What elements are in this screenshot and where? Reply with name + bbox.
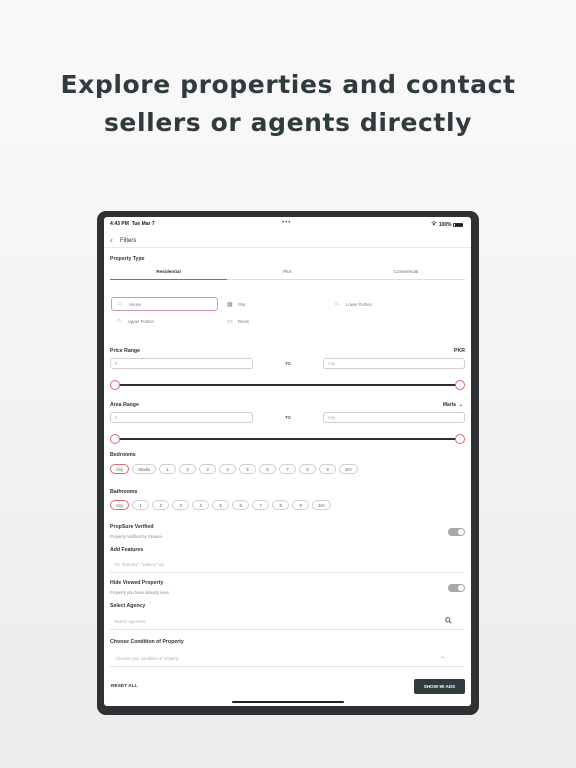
bedroom-chip[interactable]: Studio xyxy=(132,464,157,474)
bathroom-chip[interactable]: 4 xyxy=(192,500,210,510)
bathroom-chip[interactable]: 5 xyxy=(212,500,230,510)
features-label: Add Features xyxy=(110,547,144,553)
features-input[interactable]: Try "Balcony", "Gallery" etc. xyxy=(114,562,165,567)
area-range-label: Area Range xyxy=(110,402,139,408)
search-icon[interactable] xyxy=(445,617,452,626)
area-to-label: TO xyxy=(285,415,291,420)
area-slider-max-handle[interactable] xyxy=(455,434,465,444)
headline-line-1: Explore properties and contact xyxy=(60,70,516,99)
tab-residential[interactable]: Residential xyxy=(110,269,227,279)
area-unit-select[interactable]: Marla ⌄ xyxy=(443,402,463,408)
bathroom-chip[interactable]: 3 xyxy=(172,500,190,510)
bedroom-chip[interactable]: 9 xyxy=(319,464,337,474)
area-slider-track[interactable] xyxy=(115,438,460,440)
condition-select[interactable]: Choose your condition of property xyxy=(116,656,179,661)
bedroom-chips: Any Studio 1 2 3 4 5 6 7 8 9 10+ xyxy=(110,464,359,474)
type-option-room[interactable]: ▭ Room xyxy=(221,314,326,328)
type-option-label: Lower Portion xyxy=(346,301,372,307)
reset-all-button[interactable]: RESET ALL xyxy=(111,684,137,689)
property-type-label: Property Type xyxy=(110,256,145,262)
upper-portion-icon: ⌂ xyxy=(117,318,121,324)
price-slider-min-handle[interactable] xyxy=(110,380,120,390)
status-time: 4:43 PM Tue Mar 7 xyxy=(110,221,155,227)
back-icon[interactable]: ‹ xyxy=(110,235,113,245)
price-unit: PKR xyxy=(454,348,465,354)
price-min-input[interactable]: 0 xyxy=(110,358,253,369)
bathroom-chip[interactable]: 10+ xyxy=(312,500,332,510)
bathroom-chip[interactable]: 8 xyxy=(272,500,290,510)
bedroom-chip[interactable]: 6 xyxy=(259,464,277,474)
chevron-down-icon[interactable]: ⌄ xyxy=(440,653,445,660)
bathroom-chip[interactable]: 7 xyxy=(252,500,270,510)
tab-plot[interactable]: Plot xyxy=(227,269,347,279)
hide-viewed-toggle[interactable] xyxy=(448,584,465,592)
wifi-icon xyxy=(431,221,438,228)
active-tab-indicator xyxy=(110,279,227,280)
bathrooms-label: Bathrooms xyxy=(110,489,138,495)
agency-label: Select Agency xyxy=(110,603,146,609)
bedroom-chip[interactable]: 8 xyxy=(299,464,317,474)
battery-percent: 100% xyxy=(438,222,452,228)
price-range-label: Price Range xyxy=(110,348,140,354)
verified-label: PropSure Verified xyxy=(110,524,154,530)
type-option-lower-portion[interactable]: ⌂ Lower Portion xyxy=(329,297,434,311)
price-slider-max-handle[interactable] xyxy=(455,380,465,390)
area-min-input[interactable]: 0 xyxy=(110,412,253,423)
lower-portion-icon: ⌂ xyxy=(335,301,339,307)
app-screen: 4:43 PM Tue Mar 7 ••• 100% ‹ Filters Pro… xyxy=(104,217,471,706)
bathroom-chip[interactable]: 2 xyxy=(152,500,170,510)
bathroom-chip[interactable]: 9 xyxy=(292,500,310,510)
agency-search-input[interactable]: Search Agencies xyxy=(114,619,145,624)
page-title: Filters xyxy=(120,238,137,244)
bedroom-chip[interactable]: 2 xyxy=(179,464,197,474)
home-indicator xyxy=(232,701,344,703)
bathroom-chips: Any 1 2 3 4 5 6 7 8 9 10+ xyxy=(110,500,332,510)
bathroom-chip[interactable]: 6 xyxy=(232,500,250,510)
condition-label: Choose Condition of Property xyxy=(110,639,184,645)
bedroom-chip[interactable]: 10+ xyxy=(339,464,359,474)
type-option-house[interactable]: ⌂ House xyxy=(111,297,218,311)
verified-sub: Property Verified by Graana xyxy=(110,534,162,539)
bedroom-chip[interactable]: 7 xyxy=(279,464,297,474)
bedroom-chip[interactable]: 5 xyxy=(239,464,257,474)
bedroom-chip[interactable]: Any xyxy=(110,464,130,474)
flat-icon: ▦ xyxy=(227,301,233,308)
price-slider-track[interactable] xyxy=(115,384,460,386)
type-option-label: Upper Portion xyxy=(128,318,154,324)
area-slider-min-handle[interactable] xyxy=(110,434,120,444)
agency-underline xyxy=(110,629,465,630)
hide-viewed-label: Hide Viewed Property xyxy=(110,580,164,586)
type-option-label: Room xyxy=(238,318,250,324)
hide-viewed-sub: Property you have already seen xyxy=(110,590,170,595)
status-bar: 4:43 PM Tue Mar 7 ••• 100% xyxy=(104,220,471,228)
price-to-label: TO xyxy=(285,361,291,366)
bathroom-chip[interactable]: 1 xyxy=(132,500,150,510)
headline-line-2: sellers or agents directly xyxy=(103,108,473,137)
nav-divider xyxy=(104,247,471,248)
type-option-flat[interactable]: ▦ Flat xyxy=(221,297,326,311)
type-option-label: Flat xyxy=(238,301,245,307)
status-right: 100% xyxy=(431,221,463,228)
bathroom-chip[interactable]: Any xyxy=(110,500,130,510)
show-ads-button[interactable]: SHOW 90 ADS xyxy=(414,679,465,694)
type-option-upper-portion[interactable]: ⌂ Upper Portion xyxy=(111,314,218,328)
price-max-input[interactable]: Any xyxy=(323,358,465,369)
bedroom-chip[interactable]: 4 xyxy=(219,464,237,474)
bedroom-chip[interactable]: 1 xyxy=(159,464,177,474)
bedrooms-label: Bedrooms xyxy=(110,452,136,458)
marketing-headline: Explore properties and contact sellers o… xyxy=(0,66,576,142)
chevron-down-icon: ⌄ xyxy=(458,402,463,408)
multitasking-dots: ••• xyxy=(282,220,292,226)
tab-commercial[interactable]: Commercial xyxy=(347,269,465,279)
tab-divider xyxy=(227,279,465,280)
verified-toggle[interactable] xyxy=(448,528,465,536)
bedroom-chip[interactable]: 3 xyxy=(199,464,217,474)
type-option-label: House xyxy=(129,301,142,307)
area-max-input[interactable]: Any xyxy=(323,412,465,423)
room-icon: ▭ xyxy=(227,318,233,325)
battery-icon xyxy=(453,222,463,227)
house-icon: ⌂ xyxy=(118,301,122,307)
condition-underline xyxy=(110,666,465,667)
features-underline xyxy=(110,572,465,573)
